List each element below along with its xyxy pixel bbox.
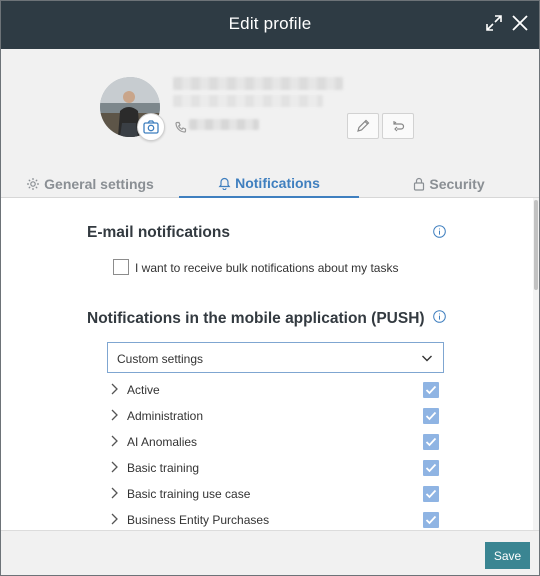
tab-general-settings[interactable]: General settings [1,170,179,198]
email-notifications-title: E-mail notifications [87,224,230,241]
edit-profile-dialog: Edit profile General settings Notificati… [0,0,540,576]
tab-notifications-label: Notifications [235,175,320,191]
lock-icon [414,177,425,191]
save-button[interactable]: Save [485,542,530,569]
change-photo-button[interactable] [137,113,165,141]
chevron-right-icon [111,409,118,421]
push-settings-select[interactable]: Custom settings [107,342,444,373]
phone-icon [175,120,187,133]
info-icon[interactable] [433,310,446,323]
title-bar: Edit profile [1,1,539,49]
list-item-label: AI Anomalies [127,435,198,449]
item-checkbox[interactable] [423,512,439,528]
chevron-right-icon [111,383,118,395]
list-item[interactable]: Basic training [109,455,441,481]
user-email-redacted [173,95,323,107]
tab-security[interactable]: Security [359,170,539,198]
list-item[interactable]: Administration [109,403,441,429]
profile-header: General settings Notifications Security [1,49,539,198]
notifications-content: E-mail notifications I want to receive b… [1,198,533,530]
tab-notifications[interactable]: Notifications [179,170,359,198]
tab-security-label: Security [429,176,485,192]
bell-icon [218,177,231,190]
bulk-notifications-checkbox[interactable] [113,259,129,275]
list-item[interactable]: AI Anomalies [109,429,441,455]
undo-button[interactable] [382,113,414,139]
list-item[interactable]: Business Entity Purchases [109,507,441,530]
chevron-down-icon [422,355,432,362]
item-checkbox[interactable] [423,486,439,502]
edit-profile-button[interactable] [347,113,379,139]
list-item-label: Active [127,383,160,397]
tab-general-settings-label: General settings [44,176,154,192]
list-item[interactable]: Basic training use case [109,481,441,507]
gear-icon [27,178,40,190]
push-notifications-title: Notifications in the mobile application … [87,310,425,327]
user-name-redacted [173,77,343,90]
list-item[interactable]: Active [109,377,441,403]
dialog-footer: Save [1,530,539,575]
item-checkbox[interactable] [423,434,439,450]
list-item-label: Business Entity Purchases [127,513,270,527]
chevron-right-icon [111,513,118,525]
item-checkbox[interactable] [423,408,439,424]
push-settings-value: Custom settings [117,352,204,366]
undo-icon [393,121,405,132]
pencil-icon [357,119,370,132]
close-icon[interactable] [511,14,533,36]
list-item-label: Basic training [127,461,200,475]
dialog-title: Edit profile [228,14,312,33]
chevron-right-icon [111,435,118,447]
scrollbar-thumb[interactable] [534,200,538,290]
info-icon[interactable] [433,225,446,238]
scrollbar[interactable] [533,198,539,530]
chevron-right-icon [111,461,118,473]
chevron-right-icon [111,487,118,499]
bulk-notifications-label: I want to receive bulk notifications abo… [135,261,399,275]
item-checkbox[interactable] [423,382,439,398]
list-item-label: Administration [127,409,204,423]
camera-icon [143,120,159,134]
user-phone-redacted [189,119,259,130]
expand-icon[interactable] [485,14,507,36]
list-item-label: Basic training use case [127,487,251,501]
item-checkbox[interactable] [423,460,439,476]
